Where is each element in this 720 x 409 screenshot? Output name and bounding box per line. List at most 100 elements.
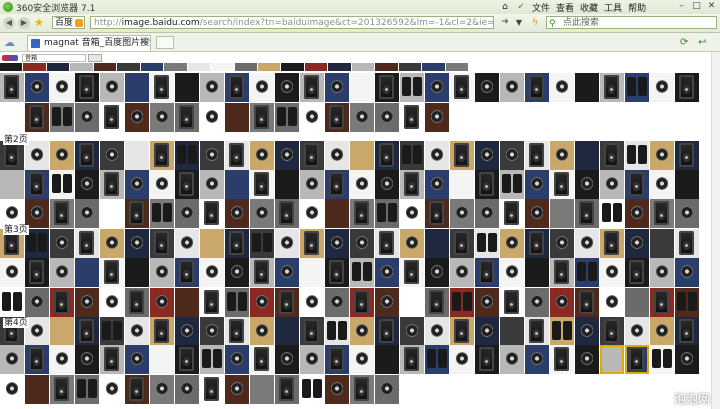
image-thumbnail[interactable] [425,229,449,258]
image-thumbnail[interactable] [425,199,449,228]
image-thumbnail[interactable] [175,375,199,404]
strip-thumb[interactable] [351,63,375,71]
image-thumbnail[interactable] [450,258,474,287]
image-thumbnail[interactable] [375,199,399,228]
image-thumbnail[interactable] [525,317,549,346]
back-icon[interactable]: ◀ [3,17,15,29]
image-thumbnail[interactable] [200,141,224,170]
image-thumbnail[interactable] [125,345,149,374]
image-thumbnail[interactable] [475,199,499,228]
image-thumbnail[interactable] [100,258,124,287]
image-thumbnail[interactable] [650,345,674,374]
image-thumbnail[interactable] [525,170,549,199]
image-thumbnail[interactable] [475,288,499,317]
image-thumbnail[interactable] [500,317,524,346]
image-thumbnail[interactable] [375,258,399,287]
image-thumbnail[interactable] [225,73,249,102]
image-thumbnail[interactable] [225,199,249,228]
image-thumbnail[interactable] [625,288,649,317]
image-thumbnail[interactable] [375,317,399,346]
image-thumbnail[interactable] [325,73,349,102]
image-thumbnail[interactable] [275,375,299,404]
image-thumbnail[interactable] [375,229,399,258]
menu-tools[interactable]: 工具 [604,1,622,14]
image-thumbnail[interactable] [175,288,199,317]
image-thumbnail[interactable] [250,199,274,228]
image-thumbnail[interactable] [400,317,424,346]
image-thumbnail[interactable] [250,317,274,346]
image-thumbnail[interactable] [50,103,74,132]
image-thumbnail[interactable] [50,345,74,374]
image-thumbnail[interactable] [175,345,199,374]
image-thumbnail[interactable] [125,258,149,287]
image-thumbnail[interactable] [425,141,449,170]
strip-thumb[interactable] [445,63,469,71]
image-thumbnail[interactable] [150,103,174,132]
image-thumbnail[interactable] [250,258,274,287]
image-thumbnail[interactable] [325,141,349,170]
image-thumbnail[interactable] [625,345,649,374]
image-thumbnail[interactable] [675,258,699,287]
image-thumbnail[interactable] [125,170,149,199]
image-thumbnail[interactable] [275,229,299,258]
image-thumbnail[interactable] [475,73,499,102]
image-thumbnail[interactable] [450,288,474,317]
image-thumbnail[interactable] [400,258,424,287]
image-thumbnail[interactable] [625,73,649,102]
image-thumbnail[interactable] [325,199,349,228]
image-thumbnail[interactable] [650,199,674,228]
image-thumbnail[interactable] [225,141,249,170]
image-thumbnail[interactable] [275,317,299,346]
image-thumbnail[interactable] [525,229,549,258]
image-thumbnail[interactable] [125,199,149,228]
image-thumbnail[interactable] [600,170,624,199]
image-thumbnail[interactable] [75,73,99,102]
strip-thumb[interactable] [257,63,281,71]
image-thumbnail[interactable] [125,103,149,132]
image-thumbnail[interactable] [50,229,74,258]
image-thumbnail[interactable] [0,73,24,102]
image-thumbnail[interactable] [525,288,549,317]
image-thumbnail[interactable] [275,345,299,374]
image-thumbnail[interactable] [450,199,474,228]
image-thumbnail[interactable] [425,317,449,346]
image-thumbnail[interactable] [150,258,174,287]
image-thumbnail[interactable] [25,141,49,170]
strip-thumb[interactable] [422,63,445,71]
image-thumbnail[interactable] [675,288,699,317]
image-thumbnail[interactable] [325,317,349,346]
image-thumbnail[interactable] [50,258,74,287]
image-thumbnail[interactable] [650,73,674,102]
image-thumbnail[interactable] [275,73,299,102]
image-thumbnail[interactable] [200,345,224,374]
image-thumbnail[interactable] [600,199,624,228]
image-thumbnail[interactable] [25,345,49,374]
image-thumbnail[interactable] [175,141,199,170]
image-thumbnail[interactable] [75,258,99,287]
image-thumbnail[interactable] [50,288,74,317]
image-thumbnail[interactable] [300,73,324,102]
go-icon[interactable]: ➜ [498,16,512,29]
image-thumbnail[interactable] [175,229,199,258]
maximize-icon[interactable]: □ [690,1,703,12]
url-input[interactable]: http://image.baidu.com/search/index?tn=b… [90,16,494,29]
image-thumbnail[interactable] [400,141,424,170]
strip-thumb[interactable] [93,63,117,71]
image-thumbnail[interactable] [400,103,424,132]
image-thumbnail[interactable] [275,258,299,287]
image-thumbnail[interactable] [500,141,524,170]
image-thumbnail[interactable] [425,170,449,199]
image-thumbnail[interactable] [150,199,174,228]
tab-close-icon[interactable]: ✕ [139,36,147,51]
image-thumbnail[interactable] [675,73,699,102]
strip-thumb[interactable] [211,63,234,71]
image-thumbnail[interactable] [275,141,299,170]
image-thumbnail[interactable] [275,288,299,317]
image-thumbnail[interactable] [500,345,524,374]
refresh-icon[interactable]: ⟳ [680,37,688,48]
image-thumbnail[interactable] [325,288,349,317]
strip-thumb[interactable] [398,63,422,71]
image-thumbnail[interactable] [375,141,399,170]
image-thumbnail[interactable] [450,345,474,374]
page-search-button[interactable] [88,54,102,62]
